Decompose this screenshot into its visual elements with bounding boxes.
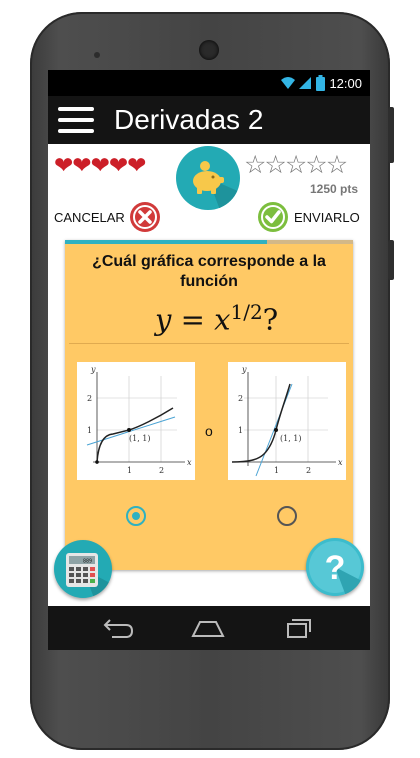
recent-apps-icon[interactable] — [278, 614, 314, 642]
proximity-sensor — [94, 52, 100, 58]
back-icon[interactable] — [100, 614, 136, 642]
points-label: 1250 pts — [310, 182, 359, 196]
graph-b-x-axis-label: x — [338, 458, 343, 467]
home-icon[interactable] — [190, 614, 226, 642]
star-outline-icon: ☆ — [305, 151, 327, 179]
lives-hearts: ❤❤❤❤❤ — [54, 152, 146, 179]
star-outline-icon: ☆ — [284, 151, 307, 179]
stars-rating: ☆☆☆☆☆ — [244, 150, 348, 180]
card-divider — [69, 343, 349, 344]
app-title: Derivadas 2 — [114, 104, 264, 135]
graph-a-y-axis-label: y — [90, 365, 96, 374]
battery-icon — [316, 75, 325, 91]
graph-a-x-axis-label: x — [187, 458, 192, 467]
graph-b-tick-x1: 1 — [274, 466, 279, 475]
calculator-display: 889 — [83, 559, 92, 565]
cancel-label[interactable]: CANCELAR — [54, 210, 125, 225]
help-question-icon: ? — [309, 541, 364, 596]
star-outline-icon: ☆ — [264, 151, 286, 179]
radio-option-a[interactable] — [126, 506, 146, 526]
radio-option-b[interactable] — [277, 506, 297, 526]
submit-check-icon[interactable] — [258, 202, 288, 232]
front-camera — [199, 40, 219, 60]
graph-b-tick-y1: 1 — [238, 426, 243, 435]
graph-option-a[interactable]: y x 2 1 1 2 (1, 1) — [77, 362, 195, 480]
calculator-icon: 889 — [66, 553, 112, 598]
main-content: ❤❤❤❤❤ ☆☆☆☆☆ 1250 pts CANCELAR ENVIARLO ¿… — [48, 144, 370, 620]
graph-b-tick-x2: 2 — [306, 466, 311, 475]
graph-b-point-label: (1, 1) — [280, 434, 302, 443]
question-card: ¿Cuál gráfica corresponde a la función y… — [65, 240, 353, 570]
phone-screen: 12:00 Derivadas 2 ❤❤❤❤❤ ☆☆☆☆☆ 1250 pts C… — [48, 70, 370, 650]
hamburger-menu-icon[interactable] — [58, 107, 94, 133]
cancel-x-icon[interactable] — [130, 202, 160, 232]
graph-b-tick-y2: 2 — [238, 394, 243, 403]
status-time: 12:00 — [329, 76, 362, 91]
calculator-button[interactable]: 889 — [54, 540, 112, 598]
question-text: ¿Cuál gráfica corresponde a la función — [92, 253, 326, 290]
question-progress-bar — [65, 240, 353, 244]
submit-label[interactable]: ENVIARLO — [294, 210, 360, 225]
graph-a-tick-y1: 1 — [87, 426, 92, 435]
power-button — [388, 240, 394, 280]
graph-a-tick-x1: 1 — [127, 466, 132, 475]
heart-icon: ❤ — [127, 152, 146, 178]
star-outline-icon: ☆ — [244, 151, 266, 179]
navigation-bar — [48, 606, 370, 650]
help-button[interactable]: ? — [306, 538, 364, 596]
wifi-icon — [281, 77, 295, 89]
question-progress-fill — [65, 240, 267, 244]
status-bar: 12:00 — [48, 70, 370, 96]
star-outline-icon: ☆ — [325, 151, 348, 179]
piggy-bank-icon — [176, 146, 240, 210]
question-formula: y = x1/2? — [155, 300, 279, 337]
app-bar: Derivadas 2 — [48, 96, 370, 144]
graph-option-b[interactable]: y x 2 1 1 2 (1, 1) — [228, 362, 346, 480]
help-symbol: ? — [325, 549, 346, 587]
volume-button — [388, 107, 394, 163]
heart-icon: ❤ — [108, 152, 128, 178]
heart-icon: ❤ — [72, 152, 91, 178]
signal-icon — [299, 77, 311, 89]
or-separator: o — [205, 423, 213, 439]
graph-b-y-axis-label: y — [241, 365, 247, 374]
graph-a-point-label: (1, 1) — [129, 434, 151, 443]
heart-icon: ❤ — [54, 152, 73, 178]
graph-a-tick-x2: 2 — [159, 466, 164, 475]
heart-icon: ❤ — [90, 152, 110, 178]
graph-a-tick-y2: 2 — [87, 394, 92, 403]
